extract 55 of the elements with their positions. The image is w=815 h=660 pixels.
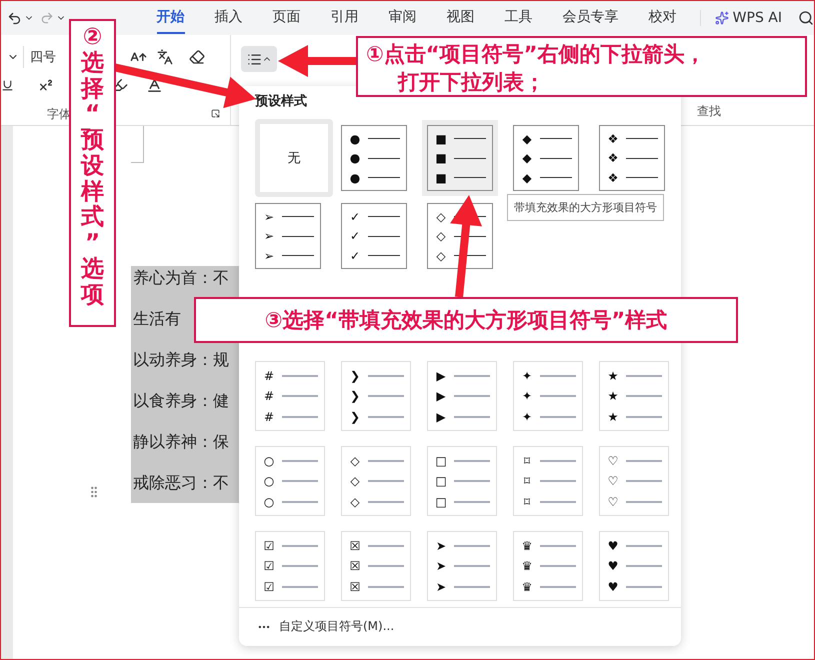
paragraph-text: 生活有	[133, 310, 181, 330]
bullet-style-option[interactable]: ★ ★ ★	[599, 361, 669, 431]
ribbon-tab[interactable]: 校对	[648, 2, 677, 34]
paragraph-text: 以动养身：规	[133, 350, 229, 371]
callout-text: ②选择“预设样式”选项	[81, 25, 104, 310]
paragraph-text: 静以养神：保	[133, 432, 229, 453]
custom-bullet-menu-item[interactable]: 自定义项目符号(M)...	[279, 618, 394, 635]
paragraph-text: 养心为首：不	[133, 268, 229, 289]
bullet-style-option[interactable]: ♛ ♛ ♛	[513, 531, 583, 601]
bullet-style-option[interactable]: ○ ○ ○	[255, 446, 325, 516]
sparkle-icon	[714, 11, 729, 25]
bullet-style-option[interactable]: ➤ ➤ ➤	[427, 531, 497, 601]
callout-text: ①点击“项目符号”右侧的下拉箭头， 打开下拉列表；	[366, 41, 706, 96]
paragraph-text: 戒除恶习：不	[133, 474, 229, 494]
bullet-style-option[interactable]: □ □ □	[427, 446, 497, 516]
phonetic-guide-icon[interactable]	[157, 49, 173, 66]
underline-icon[interactable]	[1, 78, 14, 92]
dialog-launcher-icon[interactable]	[211, 109, 220, 118]
bullet-style-option[interactable]: ◇ ◇ ◇	[341, 446, 411, 516]
ribbon-tab[interactable]: 页面	[272, 2, 301, 34]
superscript-icon[interactable]	[38, 77, 54, 94]
ribbon-tab[interactable]: 引用	[330, 2, 359, 34]
group-label: 查找	[697, 103, 721, 120]
section-title: 预设样式	[255, 93, 308, 110]
bullet-style-option[interactable]: ♥ ♥ ♥	[599, 531, 669, 601]
bullet-style-option[interactable]: ❖ ❖ ❖	[599, 125, 665, 191]
bullet-style-option[interactable]: ❯ ❯ ❯	[341, 361, 411, 431]
bullet-style-option[interactable]: ✦ ✦ ✦	[513, 361, 583, 431]
search-icon[interactable]	[798, 10, 814, 26]
ribbon-tab[interactable]: 会员专享	[562, 2, 619, 34]
bullet-style-option[interactable]: ● ● ●	[341, 125, 407, 191]
ribbon-tab[interactable]: 审阅	[388, 2, 417, 34]
ribbon-tab[interactable]: 工具	[504, 2, 533, 34]
no-bullet-option[interactable]: 无	[255, 119, 333, 197]
eraser-icon[interactable]	[189, 49, 205, 66]
paragraph-text: 以食养身：健	[133, 392, 229, 412]
tooltip: 带填充效果的大方形项目符号	[507, 194, 664, 221]
page-corner-mark	[131, 126, 144, 163]
ribbon-tab[interactable]: 插入	[214, 2, 243, 34]
bullet-style-option[interactable]: ➢ ➢ ➢	[255, 203, 321, 269]
bullet-list-icon	[246, 52, 262, 66]
bullet-style-option[interactable]: ▶ ▶ ▶	[427, 361, 497, 431]
ai-button[interactable]: WPS AI	[700, 10, 782, 26]
bullet-style-option[interactable]: ✓ ✓ ✓	[341, 203, 407, 269]
bullet-style-option[interactable]: ◆ ◆ ◆	[513, 125, 579, 191]
font-size-field[interactable]: 四号	[23, 46, 62, 68]
callout-text: ③选择“带填充效果的大方形项目符号”样式	[264, 307, 668, 334]
bullet-style-option[interactable]: ⌑ ⌑ ⌑	[513, 446, 583, 516]
bullet-style-option[interactable]: ☑ ☑ ☑	[255, 531, 325, 601]
undo-icon[interactable]	[7, 10, 22, 26]
ribbon-tab[interactable]: 视图	[446, 2, 475, 34]
bullet-style-option[interactable]: # # #	[255, 361, 325, 431]
bullet-style-option[interactable]: ☒ ☒ ☒	[341, 531, 411, 601]
bullet-style-option[interactable]: ♡ ♡ ♡	[599, 446, 669, 516]
bullet-list-button[interactable]	[241, 46, 277, 72]
